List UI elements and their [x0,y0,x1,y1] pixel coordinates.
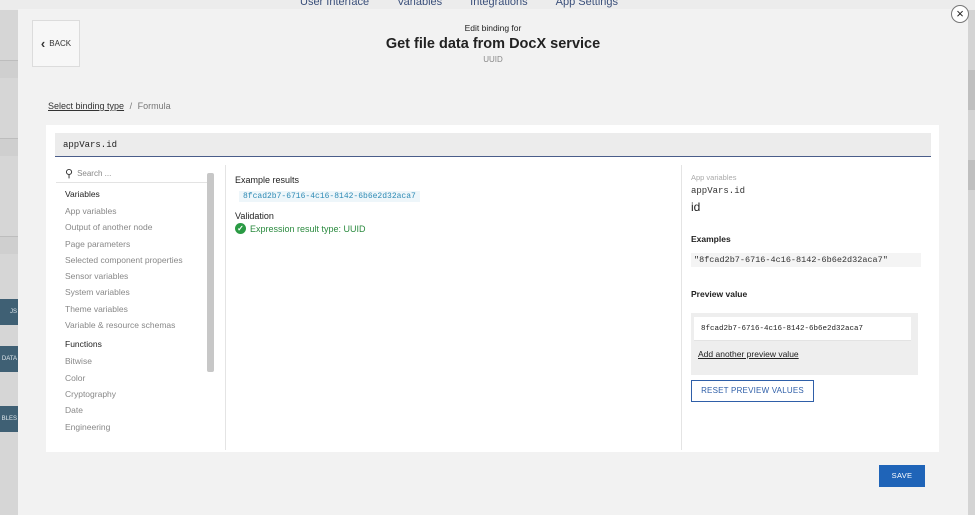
details-column: App variables appVars.id id Examples "8f… [691,173,931,402]
list-item-app-variables[interactable]: App variables [56,203,212,219]
formula-editor-panel: appVars.id ⚲ Search ... Variables App va… [46,125,939,452]
variables-heading: Variables [65,189,100,199]
functions-heading: Functions [65,339,102,350]
edit-binding-modal: × ‹ BACK Edit binding for Get file data … [18,5,969,515]
right-panel-block [968,70,975,110]
preview-value-input[interactable]: 8fcad2b7-6716-4c16-8142-6b6e2d32aca7 [694,317,911,341]
list-item-theme-variables[interactable]: Theme variables [56,301,212,317]
binding-type-label: UUID [483,55,503,64]
details-category: App variables [691,173,737,182]
modal-header: Edit binding for Get file data from DocX… [18,23,968,64]
search-icon: ⚲ [65,168,74,180]
validation-section: Validation ✓ Expression result type: UUI… [235,211,675,234]
example-value: "8fcad2b7-6716-4c16-8142-6b6e2d32aca7" [691,253,921,267]
add-preview-value-link[interactable]: Add another preview value [698,349,918,359]
check-circle-icon: ✓ [235,223,246,234]
app-left-panel: JS DATA BLES [0,10,18,515]
examples-heading: Examples [691,234,731,244]
validation-status: ✓ Expression result type: UUID [235,223,675,234]
close-button[interactable]: × [951,5,969,23]
formula-input[interactable]: appVars.id [55,133,931,157]
side-strip-bles: BLES [0,406,18,432]
left-panel-row [0,60,18,78]
left-panel-row [0,138,18,156]
details-expression: appVars.id [691,186,746,196]
app-right-panel [968,10,975,515]
save-button[interactable]: SAVE [879,465,925,487]
list-scrollbar[interactable] [207,173,214,372]
breadcrumb: Select binding type / Formula [48,101,171,111]
column-divider [681,165,682,450]
modal-subtitle: Edit binding for [464,23,522,33]
breadcrumb-separator: / [129,101,133,111]
list-item-selected-component-properties[interactable]: Selected component properties [56,252,212,268]
right-panel-block [968,160,975,190]
list-item-output-of-another-node[interactable]: Output of another node [56,219,212,235]
validation-text: Expression result type: UUID [250,223,366,234]
list-item-bitwise[interactable]: Bitwise [56,353,212,369]
preview-value-box: 8fcad2b7-6716-4c16-8142-6b6e2d32aca7 Add… [691,313,918,375]
list-item-color[interactable]: Color [56,370,212,386]
list-item-cryptography[interactable]: Cryptography [56,386,212,402]
reference-list: ⚲ Search ... Variables App variables Out… [56,165,212,450]
details-name: id [691,200,701,214]
preview-value-heading: Preview value [691,289,748,299]
list-item-sensor-variables[interactable]: Sensor variables [56,268,212,284]
validation-heading: Validation [235,211,274,221]
column-divider [225,165,226,450]
side-strip-data: DATA [0,346,18,372]
list-item-variable-resource-schemas[interactable]: Variable & resource schemas [56,317,212,333]
example-result-value: 8fcad2b7-6716-4c16-8142-6b6e2d32aca7 [239,191,420,202]
left-panel-row [0,236,18,254]
modal-title: Get file data from DocX service [385,36,601,52]
breadcrumb-current: Formula [137,101,171,111]
list-item-date[interactable]: Date [56,402,212,418]
results-column: Example results 8fcad2b7-6716-4c16-8142-… [235,175,675,234]
list-item-system-variables[interactable]: System variables [56,284,212,300]
example-results-heading: Example results [235,175,300,185]
search-placeholder: Search ... [77,169,112,178]
reset-preview-values-button[interactable]: RESET PREVIEW VALUES [691,380,814,402]
search-field[interactable]: ⚲ Search ... [56,165,212,183]
list-item-engineering[interactable]: Engineering [56,419,212,435]
list-item-page-parameters[interactable]: Page parameters [56,236,212,252]
side-strip-js: JS [0,299,18,325]
breadcrumb-select-binding-type[interactable]: Select binding type [48,101,124,111]
